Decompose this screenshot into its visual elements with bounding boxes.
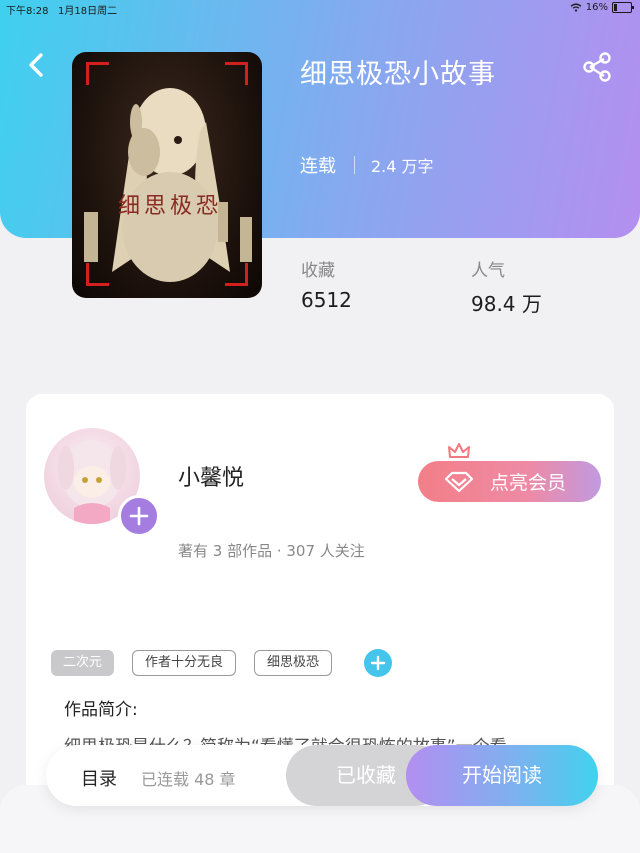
author-info: 著有 3 部作品 · 307 人关注	[178, 542, 365, 560]
intro-heading: 作品简介:	[64, 700, 138, 720]
crown-icon	[448, 443, 470, 458]
favorites-count: 6512	[301, 288, 352, 312]
follow-author-button[interactable]	[118, 495, 160, 537]
chapter-count: 已连载 48 章	[141, 770, 236, 789]
wifi-icon	[570, 3, 582, 12]
plus-icon	[129, 506, 149, 526]
status-time: 下午8:28	[6, 6, 49, 17]
share-icon[interactable]	[580, 50, 614, 84]
back-icon[interactable]	[22, 50, 52, 80]
tag-list: 二次元 作者十分无良 细思极恐	[51, 649, 393, 677]
tag-item[interactable]: 二次元	[51, 650, 115, 676]
meta-divider	[354, 156, 355, 174]
word-count: 2.4 万字	[371, 157, 434, 176]
popularity-count: 98.4 万	[471, 292, 542, 316]
favorites-label: 收藏	[301, 261, 335, 281]
battery-percent: 16%	[585, 2, 608, 13]
battery-icon	[612, 2, 634, 13]
serial-status: 连载	[300, 156, 336, 177]
vip-button[interactable]: 点亮会员	[418, 461, 601, 502]
cover-title: 细思极恐	[118, 194, 223, 219]
book-meta: 连载 2.4 万字	[300, 152, 434, 178]
book-cover[interactable]: 细思极恐	[72, 52, 262, 298]
tag-item[interactable]: 细思极恐	[254, 650, 333, 676]
book-title: 细思极恐小故事	[300, 59, 496, 90]
start-reading-button[interactable]: 开始阅读	[406, 745, 598, 806]
popularity-label: 人气	[471, 261, 505, 281]
vip-label: 点亮会员	[490, 472, 567, 494]
cover-illustration	[84, 88, 252, 282]
diamond-icon	[444, 471, 474, 492]
status-date: 1月18日周二	[58, 6, 118, 17]
add-tag-button[interactable]	[364, 649, 393, 677]
status-bar: 下午8:28 1月18日周二 16%	[0, 0, 640, 18]
toc-button[interactable]: 目录	[81, 765, 117, 791]
tag-item[interactable]: 作者十分无良	[132, 650, 237, 676]
status-indicators: 16%	[570, 2, 634, 13]
plus-icon	[370, 655, 386, 671]
author-name[interactable]: 小馨悦	[178, 460, 244, 492]
